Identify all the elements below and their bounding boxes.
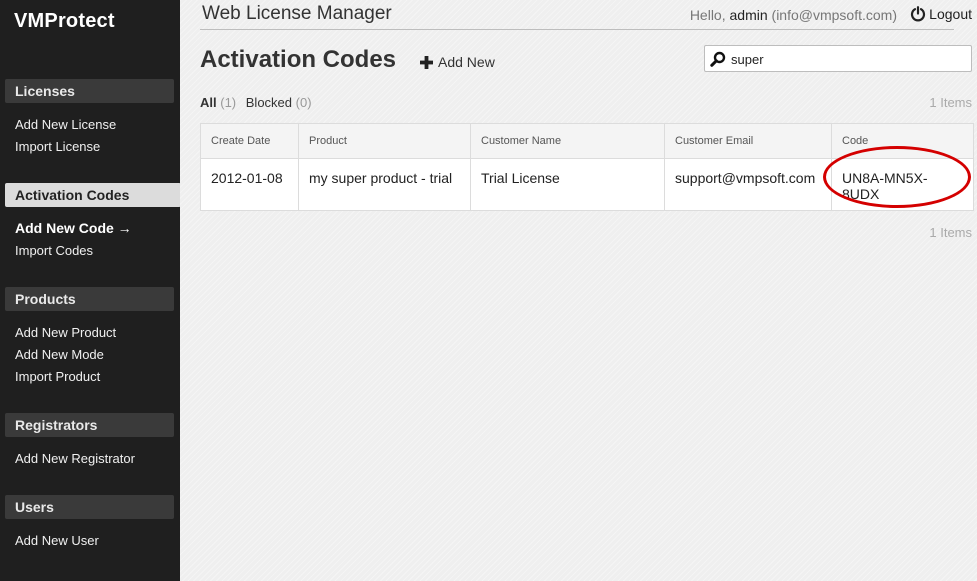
filter-blocked-count: (0) — [295, 95, 312, 110]
items-count-top: 1 Items — [929, 95, 972, 110]
activation-codes-table: Create Date Product Customer Name Custom… — [200, 123, 974, 211]
filter-all[interactable]: All (1) — [200, 95, 236, 110]
sidebar-link-import-license[interactable]: Import License — [15, 139, 100, 154]
filter-blocked[interactable]: Blocked (0) — [246, 95, 312, 110]
search-input[interactable] — [731, 49, 967, 69]
column-customer-name[interactable]: Customer Name — [470, 123, 665, 159]
search-icon — [710, 51, 726, 67]
logout-label: Logout — [929, 6, 972, 22]
column-create-date[interactable]: Create Date — [200, 123, 299, 159]
sidebar-link-import-product[interactable]: Import Product — [15, 369, 100, 384]
cell-code: UN8A-MN5X-8UDX — [823, 146, 974, 211]
app-title: Web License Manager — [202, 3, 392, 24]
filter-all-label: All — [200, 95, 217, 110]
plus-icon — [420, 55, 433, 69]
sidebar-header-registrators[interactable]: Registrators — [5, 413, 174, 437]
column-product[interactable]: Product — [298, 123, 471, 159]
sidebar: VMProtect Licenses Add New License Impor… — [0, 0, 191, 581]
greeting-prefix: Hello, — [689, 7, 726, 23]
add-new-button[interactable]: Add New — [420, 54, 495, 70]
cell-customer-email: support@vmpsoft.com — [664, 158, 832, 211]
cell-create-date: 2012-01-08 — [200, 158, 299, 211]
sidebar-link-add-new-code[interactable]: Add New Code → — [15, 220, 132, 236]
sidebar-link-import-codes[interactable]: Import Codes — [15, 243, 93, 258]
user-email: (info@vmpsoft.com) — [771, 7, 897, 23]
sidebar-link-add-new-product[interactable]: Add New Product — [15, 325, 116, 340]
main-content: Web License Manager Hello, admin (info@v… — [180, 0, 977, 581]
sidebar-header-products[interactable]: Products — [5, 287, 174, 311]
search-box — [704, 45, 972, 72]
page-title: Activation Codes — [200, 46, 397, 73]
filter-all-count: (1) — [220, 95, 237, 110]
user-greeting: Hello, admin (info@vmpsoft.com) — [690, 7, 897, 23]
brand-logo: VMProtect — [14, 10, 115, 32]
items-count-bottom: 1 Items — [929, 225, 972, 240]
username: admin — [729, 7, 768, 23]
column-code[interactable]: Code — [831, 123, 974, 159]
table-header-row: Create Date Product Customer Name Custom… — [200, 123, 974, 159]
cell-customer-name: Trial License — [470, 158, 665, 211]
add-new-label: Add New — [438, 54, 495, 70]
cell-product[interactable]: my super product - trial — [298, 158, 471, 211]
sidebar-link-add-new-mode[interactable]: Add New Mode — [15, 347, 104, 362]
app-window: VMProtect Licenses Add New License Impor… — [0, 0, 977, 581]
header-divider — [200, 29, 954, 30]
power-icon — [911, 6, 926, 22]
sidebar-link-add-new-registrator[interactable]: Add New Registrator — [15, 451, 135, 466]
logout-button[interactable]: Logout — [910, 6, 972, 22]
sidebar-link-add-new-license[interactable]: Add New License — [15, 117, 116, 132]
column-customer-email[interactable]: Customer Email — [664, 123, 832, 159]
sidebar-link-add-new-user[interactable]: Add New User — [15, 533, 99, 548]
sidebar-header-users[interactable]: Users — [5, 495, 174, 519]
sidebar-header-activation-codes[interactable]: Activation Codes — [5, 183, 191, 207]
filter-bar: All (1) Blocked (0) — [200, 95, 318, 110]
table-row[interactable]: 2012-01-08 my super product - trial Tria… — [200, 146, 974, 211]
filter-blocked-label: Blocked — [245, 95, 293, 110]
sidebar-header-licenses[interactable]: Licenses — [5, 79, 174, 103]
activation-code-value: UN8A-MN5X-8UDX — [842, 170, 928, 202]
